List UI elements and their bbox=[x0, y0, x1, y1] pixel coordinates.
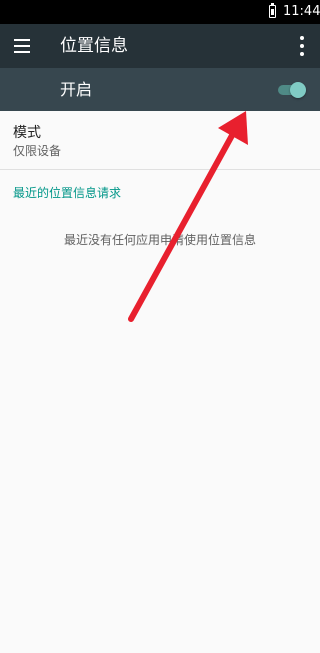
more-vert-icon[interactable] bbox=[293, 34, 311, 58]
location-toggle[interactable] bbox=[278, 80, 306, 100]
master-switch-label: 开启 bbox=[60, 80, 93, 99]
mode-setting-row[interactable]: 模式 仅限设备 bbox=[0, 111, 320, 169]
status-time: 11:44 bbox=[283, 4, 320, 19]
page-title: 位置信息 bbox=[60, 36, 128, 56]
toggle-thumb bbox=[290, 82, 306, 98]
master-switch-bar[interactable]: 开启 bbox=[0, 68, 320, 111]
recent-requests-header: 最近的位置信息请求 bbox=[13, 186, 122, 200]
menu-icon[interactable] bbox=[11, 36, 33, 56]
status-bar: 11:44 bbox=[0, 0, 320, 24]
divider bbox=[0, 169, 320, 170]
mode-value: 仅限设备 bbox=[13, 144, 62, 158]
app-toolbar: 位置信息 bbox=[0, 24, 320, 68]
mode-title: 模式 bbox=[13, 125, 41, 141]
battery-icon bbox=[269, 3, 276, 18]
recent-requests-empty-message: 最近没有任何应用申请使用位置信息 bbox=[63, 233, 256, 247]
